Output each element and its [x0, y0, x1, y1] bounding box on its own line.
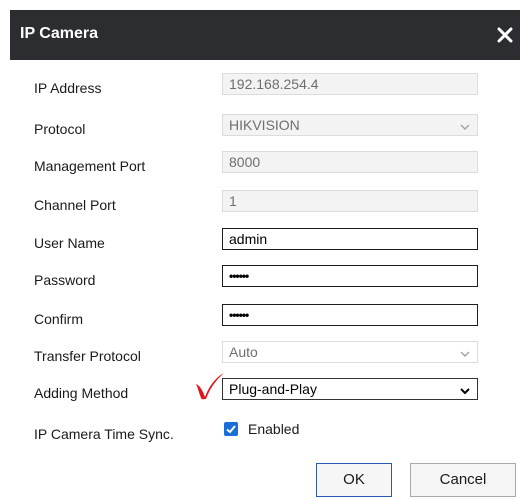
user-name-label: User Name: [34, 235, 105, 251]
time-sync-label: IP Camera Time Sync.: [34, 426, 174, 442]
confirm-row: Confirm ••••••: [0, 304, 520, 334]
ip-address-label: IP Address: [34, 80, 102, 96]
channel-port-row: Channel Port 1: [0, 190, 520, 220]
management-port-label: Management Port: [34, 158, 146, 174]
red-checkmark-annotation: [194, 371, 226, 406]
channel-port-field: 1: [222, 190, 478, 212]
protocol-row: Protocol HIKVISION: [0, 114, 520, 144]
confirm-password-input[interactable]: ••••••: [222, 304, 478, 326]
confirm-label: Confirm: [34, 311, 84, 327]
password-row: Password ••••••: [0, 265, 520, 295]
adding-method-row: Adding Method Plug-and-Play: [0, 378, 520, 408]
adding-method-label: Adding Method: [34, 385, 129, 401]
close-icon[interactable]: [494, 24, 516, 46]
chevron-down-icon: [459, 384, 471, 396]
transfer-protocol-label: Transfer Protocol: [34, 348, 141, 364]
adding-method-select[interactable]: Plug-and-Play: [222, 378, 478, 400]
time-sync-enabled-label: Enabled: [248, 421, 300, 437]
checkmark-icon: [226, 425, 236, 434]
user-name-row: User Name admin: [0, 228, 520, 258]
time-sync-checkbox[interactable]: [224, 422, 238, 436]
cancel-button[interactable]: Cancel: [410, 463, 516, 497]
transfer-protocol-select: Auto: [222, 341, 478, 363]
management-port-field: 8000: [222, 151, 478, 173]
channel-port-label: Channel Port: [34, 197, 116, 213]
management-port-row: Management Port 8000: [0, 151, 520, 181]
protocol-value: HIKVISION: [229, 117, 300, 133]
ip-address-row: IP Address 192.168.254.4: [0, 73, 520, 103]
chevron-down-icon: [459, 120, 471, 132]
protocol-label: Protocol: [34, 121, 86, 137]
adding-method-value: Plug-and-Play: [229, 381, 317, 397]
password-input[interactable]: ••••••: [222, 265, 478, 287]
transfer-protocol-value: Auto: [229, 344, 258, 360]
password-label: Password: [34, 272, 96, 288]
ok-button[interactable]: OK: [316, 463, 392, 497]
protocol-select: HIKVISION: [222, 114, 478, 136]
dialog-titlebar: IP Camera: [10, 10, 520, 60]
dialog-title: IP Camera: [20, 25, 98, 42]
chevron-down-icon: [459, 347, 471, 359]
ip-address-field: 192.168.254.4: [222, 73, 478, 95]
transfer-protocol-row: Transfer Protocol Auto: [0, 341, 520, 371]
time-sync-row: IP Camera Time Sync. Enabled: [0, 419, 520, 449]
ip-camera-dialog: IP Camera IP Address 192.168.254.4 Proto…: [0, 0, 520, 499]
user-name-input[interactable]: admin: [222, 228, 478, 250]
